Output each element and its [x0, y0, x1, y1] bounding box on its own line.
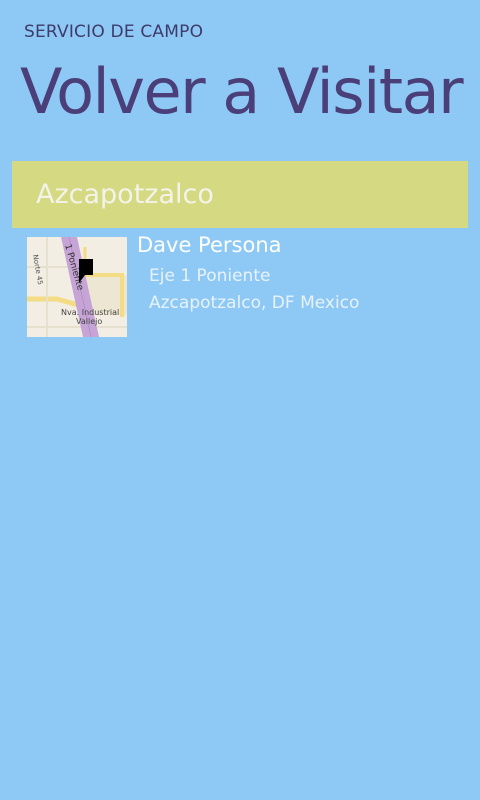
app-root: SERVICIO DE CAMPO Volver a Visitar Azcap…: [0, 0, 480, 800]
list-item[interactable]: 1 Poniente Norte 45 Nva. Industrial Vall…: [27, 233, 467, 339]
map-label-area-2: Vallejo: [76, 317, 102, 326]
page-title: Volver a Visitar: [20, 55, 464, 128]
map-image: 1 Poniente Norte 45 Nva. Industrial Vall…: [27, 237, 127, 337]
group-header-label: Azcapotzalco: [36, 179, 214, 210]
app-title: SERVICIO DE CAMPO: [24, 22, 204, 42]
map-thumbnail[interactable]: 1 Poniente Norte 45 Nva. Industrial Vall…: [27, 237, 127, 337]
map-label-area-1: Nva. Industrial: [61, 308, 119, 317]
address-line-1: Eje 1 Poniente: [149, 266, 271, 286]
group-header-azcapotzalco[interactable]: Azcapotzalco: [12, 161, 468, 228]
address-line-2: Azcapotzalco, DF Mexico: [149, 293, 360, 313]
contact-name: Dave Persona: [137, 233, 282, 257]
